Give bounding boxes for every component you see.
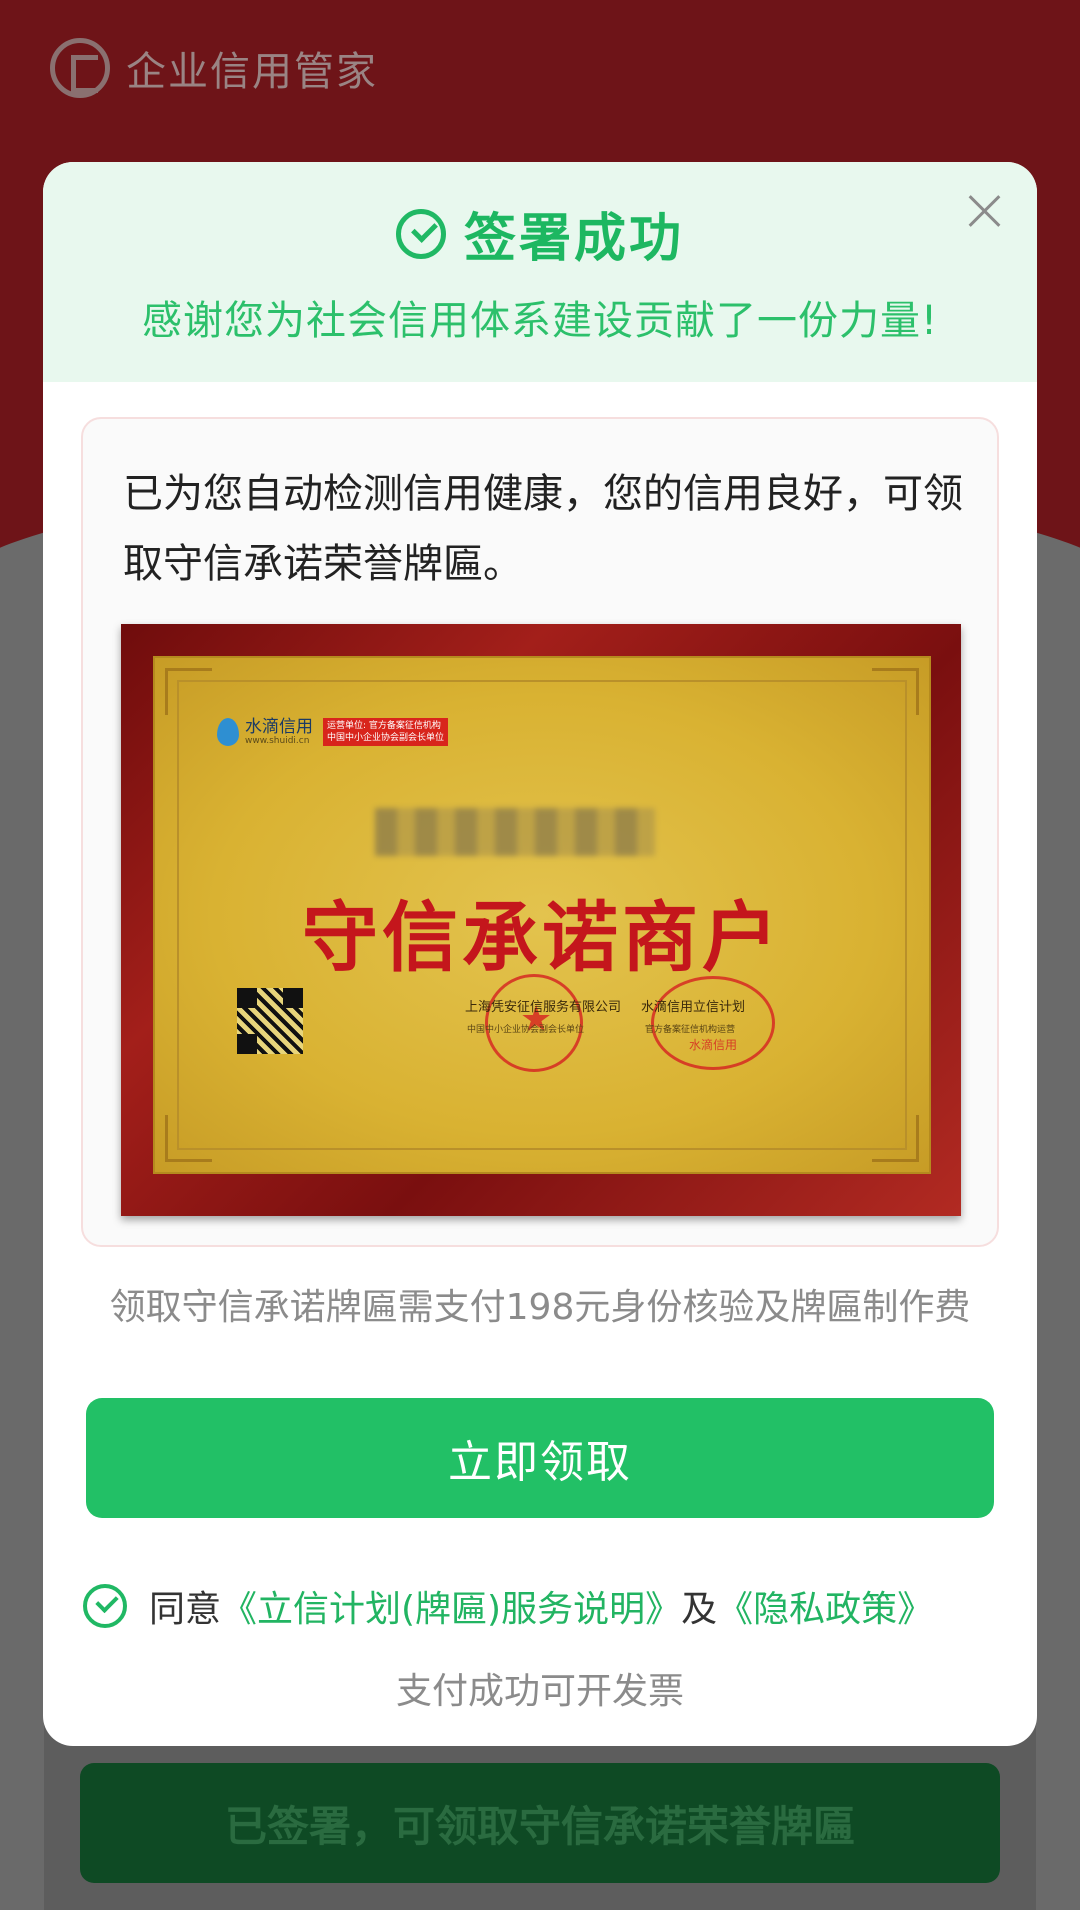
fee-notice: 领取守信承诺牌匾需支付198元身份核验及牌匾制作费: [109, 1287, 971, 1328]
plaque-image: 水滴信用 www.shuidi.cn 运营单位: 官方备案征信机构 中国中小企业…: [121, 624, 961, 1216]
agree-and: 及: [681, 1589, 718, 1630]
plaque-badge: 运营单位: 官方备案征信机构 中国中小企业协会副会长单位: [323, 718, 449, 746]
plaque-corner-ornament: [165, 1115, 212, 1162]
success-check-icon: [395, 208, 446, 259]
qr-code-icon: [237, 988, 303, 1054]
plaque-badge-line2: 中国中小企业协会副会长单位: [327, 733, 445, 743]
water-drop-icon: [217, 718, 239, 746]
plaque-corner-ornament: [165, 668, 212, 715]
app-logo: 企业信用管家: [50, 38, 378, 98]
plaque-title: 守信承诺商户: [302, 893, 782, 982]
plaque-corner-ornament: [872, 1115, 919, 1162]
plaque-badge-line1: 运营单位: 官方备案征信机构: [327, 721, 441, 731]
plaque-logo: 水滴信用 www.shuidi.cn 运营单位: 官方备案征信机构 中国中小企业…: [217, 717, 449, 746]
agree-checkbox[interactable]: [83, 1584, 127, 1628]
privacy-policy-link[interactable]: 《隐私政策》: [717, 1580, 933, 1632]
plaque-info-box: 已为您自动检测信用健康，您的信用良好，可领取守信承诺荣誉牌匾。 水滴信用 www…: [81, 417, 999, 1247]
blurred-company-name: [375, 808, 655, 856]
modal-header: 签署成功 感谢您为社会信用体系建设贡献了一份力量!: [43, 162, 1037, 382]
plaque-sub-right: 官方备案征信机构运营: [645, 1025, 736, 1035]
seal-right-label: 水滴信用: [688, 1038, 737, 1052]
agree-prefix: 同意: [149, 1589, 222, 1630]
modal-title: 签署成功: [463, 209, 684, 269]
plaque-url: www.shuidi.cn: [245, 736, 310, 746]
plaque-org-left: 上海凭安征信服务有限公司: [465, 1000, 622, 1015]
plaque-sub-left: 中国中小企业协会副会长单位: [467, 1025, 585, 1035]
app-name: 企业信用管家: [126, 49, 378, 95]
plaque-corner-ornament: [872, 668, 919, 715]
close-icon[interactable]: [963, 190, 1005, 232]
agreement-row: 同意 《立信计划(牌匾)服务说明》 及 《隐私政策》: [83, 1580, 933, 1632]
plaque-brand: 水滴信用: [245, 717, 313, 737]
plaque-face: 水滴信用 www.shuidi.cn 运营单位: 官方备案征信机构 中国中小企业…: [153, 656, 931, 1174]
invoice-notice: 支付成功可开发票: [395, 1671, 684, 1712]
plaque-org-right: 水滴信用立信计划: [641, 1000, 746, 1015]
modal-title-row: 签署成功: [43, 196, 1037, 271]
credit-info-text: 已为您自动检测信用健康，您的信用良好，可领取守信承诺荣誉牌匾。: [123, 471, 963, 587]
success-modal: 签署成功 感谢您为社会信用体系建设贡献了一份力量! 已为您自动检测信用健康，您的…: [43, 162, 1037, 1746]
credit-logo-icon: [50, 38, 110, 98]
modal-subtitle: 感谢您为社会信用体系建设贡献了一份力量!: [141, 298, 939, 344]
claim-now-button[interactable]: 立即领取: [86, 1398, 994, 1518]
signed-claim-button[interactable]: 已签署，可领取守信承诺荣誉牌匾: [80, 1763, 1000, 1883]
service-terms-link[interactable]: 《立信计划(牌匾)服务说明》: [221, 1580, 681, 1632]
